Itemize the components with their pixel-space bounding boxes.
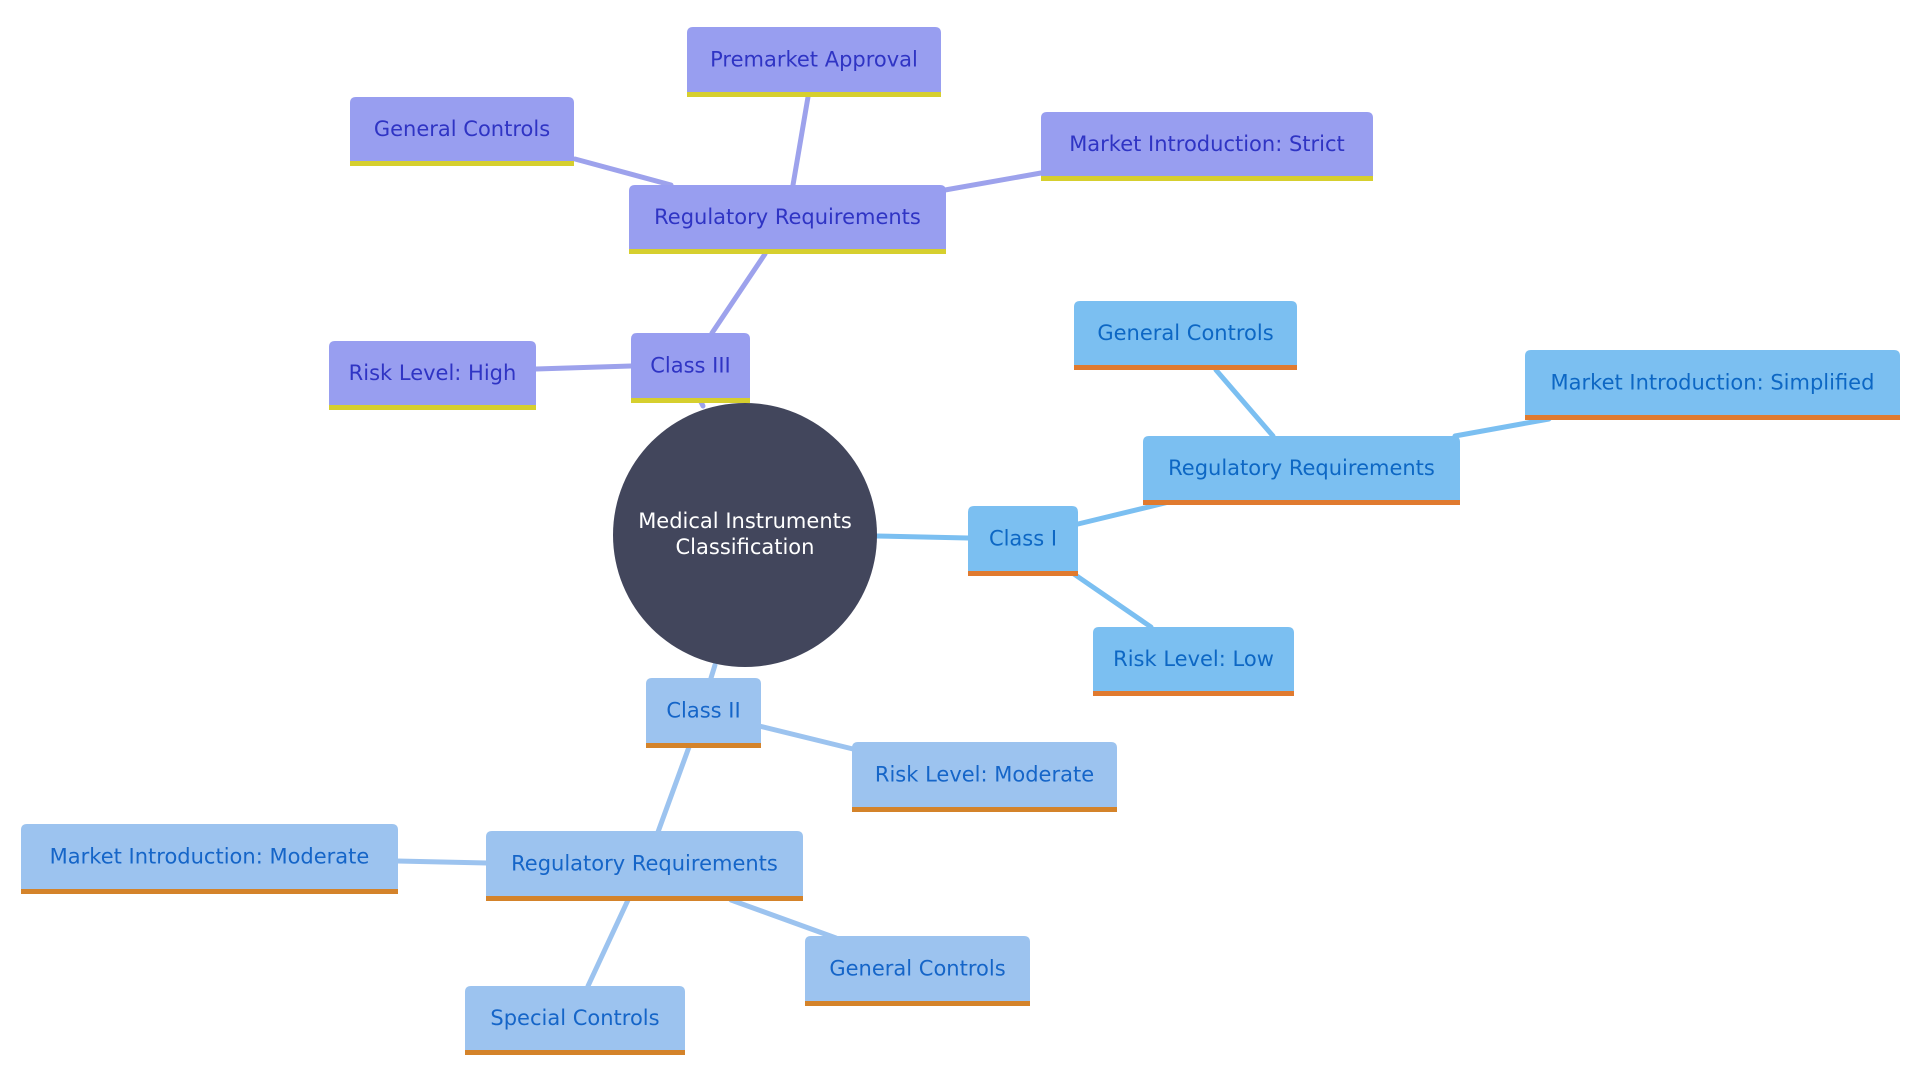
node-underline [350,161,574,166]
node-underline [631,398,750,403]
node-label: Regulatory Requirements [654,205,921,229]
node-underline [21,889,398,894]
node-label: General Controls [1097,321,1273,345]
edge-c2-reg-to-c2-market [394,858,490,866]
edge-c2-to-c2-risk [756,723,856,752]
node-underline [1525,415,1900,420]
node-c3-risk[interactable]: Risk Level: High [329,341,536,410]
mindmap-canvas: Class III Risk Level: High Regulatory Requ… [21,27,1900,1055]
edge-c1-reg-to-c1-gc [1213,367,1276,439]
node-c1-market[interactable]: Market Introduction: Simplified [1525,350,1900,420]
edge-c3-to-c3-risk [533,363,634,372]
node-c2-special[interactable]: Special Controls [465,986,685,1055]
node-label: Premarket Approval [710,48,918,72]
node-label: Market Introduction: Strict [1069,132,1345,156]
node-c3[interactable]: Class III [631,333,750,403]
node-label: Risk Level: Moderate [875,763,1094,787]
node-underline [687,92,941,97]
node-label: Special Controls [490,1006,659,1030]
edge-c2-reg-to-c2-gc [728,897,839,941]
node-underline [968,571,1078,576]
node-underline [465,1050,685,1055]
node-underline [646,743,761,748]
node-label: Market Introduction: Simplified [1551,371,1875,395]
node-c2-reg[interactable]: Regulatory Requirements [486,831,803,901]
edge-c2-reg-to-c2-special [585,897,631,989]
node-label: Risk Level: Low [1113,647,1274,671]
node-c3-gc[interactable]: General Controls [350,97,574,166]
node-label: Market Introduction: Moderate [50,845,370,869]
edge-c1-to-c1-risk [1068,569,1154,630]
edge-root-to-c2 [708,662,718,681]
node-c1-risk[interactable]: Risk Level: Low [1093,627,1294,696]
node-underline [1041,176,1373,181]
root-label-line-1: Medical Instruments [638,509,852,533]
node-label: Regulatory Requirements [1168,456,1435,480]
edge-c1-to-c1-reg [1075,499,1172,527]
node-underline [852,807,1117,812]
node-c3-reg[interactable]: Regulatory Requirements [629,185,946,254]
edge-c3-reg-to-c3-market [942,170,1044,193]
node-label: General Controls [829,957,1005,981]
edge-c2-to-c2-reg [655,744,692,835]
node-underline [1074,365,1297,370]
node-underline [805,1001,1030,1006]
node-label: Class II [666,699,740,723]
node-c3-market[interactable]: Market Introduction: Strict [1041,112,1373,181]
node-c1-reg[interactable]: Regulatory Requirements [1143,436,1460,505]
node-label: Risk Level: High [349,361,517,385]
node-label: Regulatory Requirements [511,852,778,876]
node-label: General Controls [374,117,550,141]
node-c2-market[interactable]: Market Introduction: Moderate [21,824,398,894]
node-c2-risk[interactable]: Risk Level: Moderate [852,742,1117,812]
node-underline [329,405,536,410]
node-c2[interactable]: Class II [646,678,761,748]
node-c1-gc[interactable]: General Controls [1074,301,1297,370]
edge-c3-reg-to-c3-pma [790,94,811,188]
node-label: Class I [989,527,1057,551]
node-c3-pma[interactable]: Premarket Approval [687,27,941,97]
root-node[interactable]: Medical Instruments Classification [613,403,877,667]
node-underline [629,249,946,254]
edge-c1-reg-to-c1-market [1452,416,1552,439]
node-c2-gc[interactable]: General Controls [805,936,1030,1006]
node-underline [1093,691,1294,696]
node-label: Class III [650,354,731,378]
node-underline [1143,500,1460,505]
edge-c3-reg-to-c3-gc [572,156,674,188]
root-label-line-2: Classification [676,535,815,559]
node-underline [486,896,803,901]
node-c1[interactable]: Class I [968,506,1078,576]
edge-c3-to-c3-reg [709,251,768,336]
edge-root-to-c1 [873,533,971,541]
nodes-layer: Class III Risk Level: High Regulatory Requ… [21,27,1900,1055]
